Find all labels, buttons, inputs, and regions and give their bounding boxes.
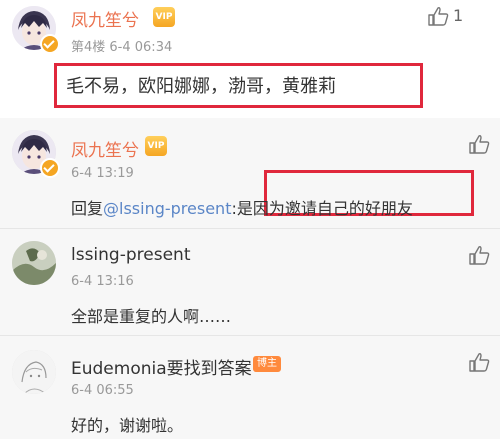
comment-author[interactable]: 凤九笙兮 xyxy=(71,6,139,31)
reply-item: lssing-present 6-4 13:16 全部是重复的人啊…… xyxy=(0,229,500,335)
main-comment: 凤九笙兮 VIP 第4楼 6-4 06:34 1 毛不易，欧阳娜娜，渤哥，黄雅莉 xyxy=(0,0,500,118)
like-count: 1 xyxy=(453,6,464,25)
reply-timestamp: 6-4 13:19 xyxy=(71,166,134,181)
reply-item: Eudemonia要找到答案 博主 6-4 06:55 好的，谢谢啦。 xyxy=(0,336,500,439)
thumb-up-icon[interactable] xyxy=(468,352,490,372)
avatar[interactable] xyxy=(12,241,56,285)
avatar[interactable] xyxy=(12,350,56,394)
reply-timestamp: 6-4 06:55 xyxy=(71,383,134,398)
thumb-up-icon xyxy=(428,7,449,26)
reply-text: 好的，谢谢啦。 xyxy=(71,416,184,435)
reply-author[interactable]: Eudemonia要找到答案 xyxy=(71,354,252,379)
verified-icon xyxy=(40,158,60,178)
reply-content: :是因为邀请自己的好朋友 xyxy=(231,199,413,218)
comment-text: 毛不易，欧阳娜娜，渤哥，黄雅莉 xyxy=(66,76,336,97)
thumb-up-icon[interactable] xyxy=(468,245,490,265)
reply-prefix: 回复 xyxy=(71,199,104,218)
reply-author[interactable]: 凤九笙兮 xyxy=(71,136,139,161)
reply-text: 回复@lssing-present:是因为邀请自己的好朋友 xyxy=(71,195,413,219)
thumb-up-icon[interactable] xyxy=(468,134,490,154)
reply-author[interactable]: lssing-present xyxy=(71,245,190,265)
like-button[interactable]: 1 xyxy=(425,4,485,28)
verified-icon xyxy=(40,34,60,54)
reply-text: 全部是重复的人啊…… xyxy=(71,307,232,326)
reply-timestamp: 6-4 13:16 xyxy=(71,274,134,289)
floor-timestamp: 第4楼 6-4 06:34 xyxy=(71,40,173,55)
reply-item: 凤九笙兮 VIP 6-4 13:19 回复@lssing-present:是因为… xyxy=(0,118,500,228)
vip-badge-icon: VIP xyxy=(153,7,175,27)
host-badge: 博主 xyxy=(253,356,281,372)
vip-badge-icon: VIP xyxy=(145,136,167,156)
mention-link[interactable]: @lssing-present xyxy=(103,199,231,218)
